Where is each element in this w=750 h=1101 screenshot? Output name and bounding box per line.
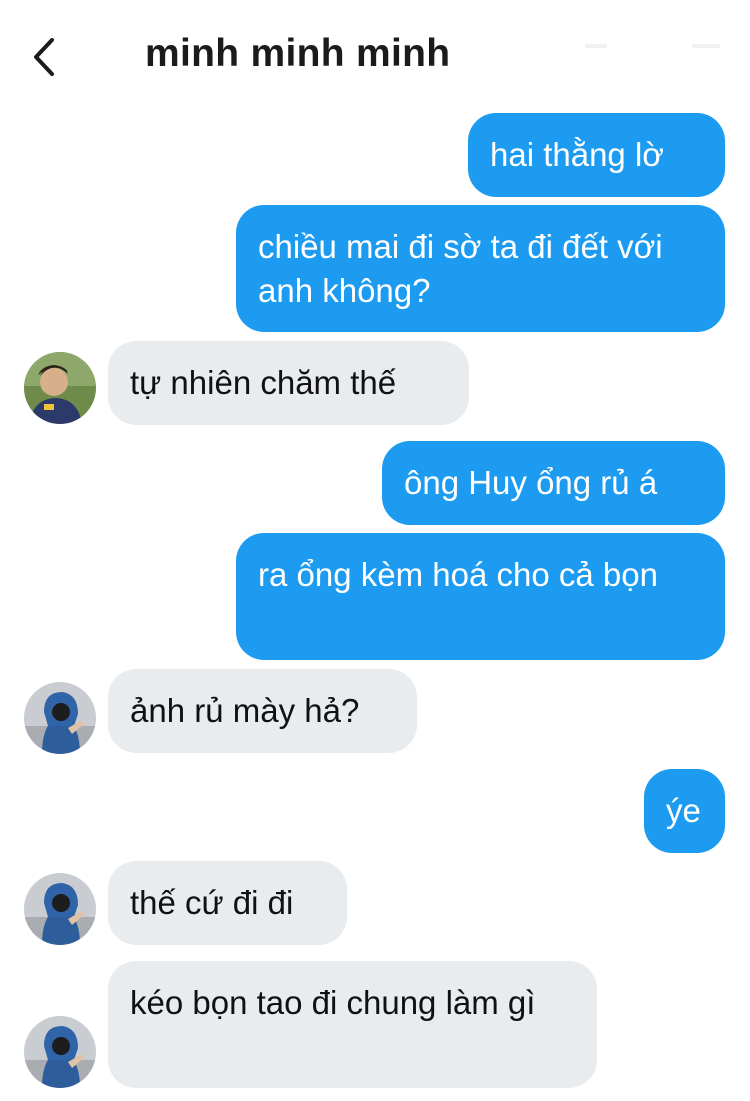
message-bubble-outgoing[interactable]: ra ổng kèm hoá cho cả bọn	[236, 533, 725, 660]
back-button[interactable]	[30, 36, 60, 78]
message-text: ra ổng kèm hoá cho cả bọn	[258, 556, 658, 593]
message-text: kéo bọn tao đi chung làm gì	[130, 984, 536, 1021]
avatar[interactable]	[24, 1016, 96, 1088]
avatar[interactable]	[24, 873, 96, 945]
message-text: ông Huy ổng rủ á	[404, 464, 658, 501]
avatar[interactable]	[24, 352, 96, 424]
message-bubble-outgoing[interactable]: hai thằng lờ	[468, 113, 725, 197]
message-text: chiều mai đi sờ ta đi đết với anh không?	[258, 228, 663, 309]
conversation-title[interactable]: minh minh minh	[145, 32, 450, 76]
message-text: hai thằng lờ	[490, 136, 664, 173]
chevron-left-icon	[34, 38, 54, 76]
header-decoration	[585, 44, 607, 48]
message-bubble-outgoing[interactable]: ông Huy ổng rủ á	[382, 441, 725, 525]
avatar[interactable]	[24, 682, 96, 754]
message-bubble-incoming[interactable]: thế cứ đi đi	[108, 861, 347, 945]
message-text: ýe	[666, 792, 701, 829]
message-bubble-outgoing[interactable]: ýe	[644, 769, 725, 853]
message-text: tự nhiên chăm thế	[130, 364, 397, 401]
message-bubble-outgoing[interactable]: chiều mai đi sờ ta đi đết với anh không?	[236, 205, 725, 332]
message-bubble-incoming[interactable]: tự nhiên chăm thế	[108, 341, 469, 425]
header-decoration	[692, 44, 720, 48]
message-text: thế cứ đi đi	[130, 884, 294, 921]
message-bubble-incoming[interactable]: ảnh rủ mày hả?	[108, 669, 417, 753]
chat-header: minh minh minh	[0, 0, 750, 110]
message-text: ảnh rủ mày hả?	[130, 692, 360, 729]
message-bubble-incoming[interactable]: kéo bọn tao đi chung làm gì	[108, 961, 597, 1088]
